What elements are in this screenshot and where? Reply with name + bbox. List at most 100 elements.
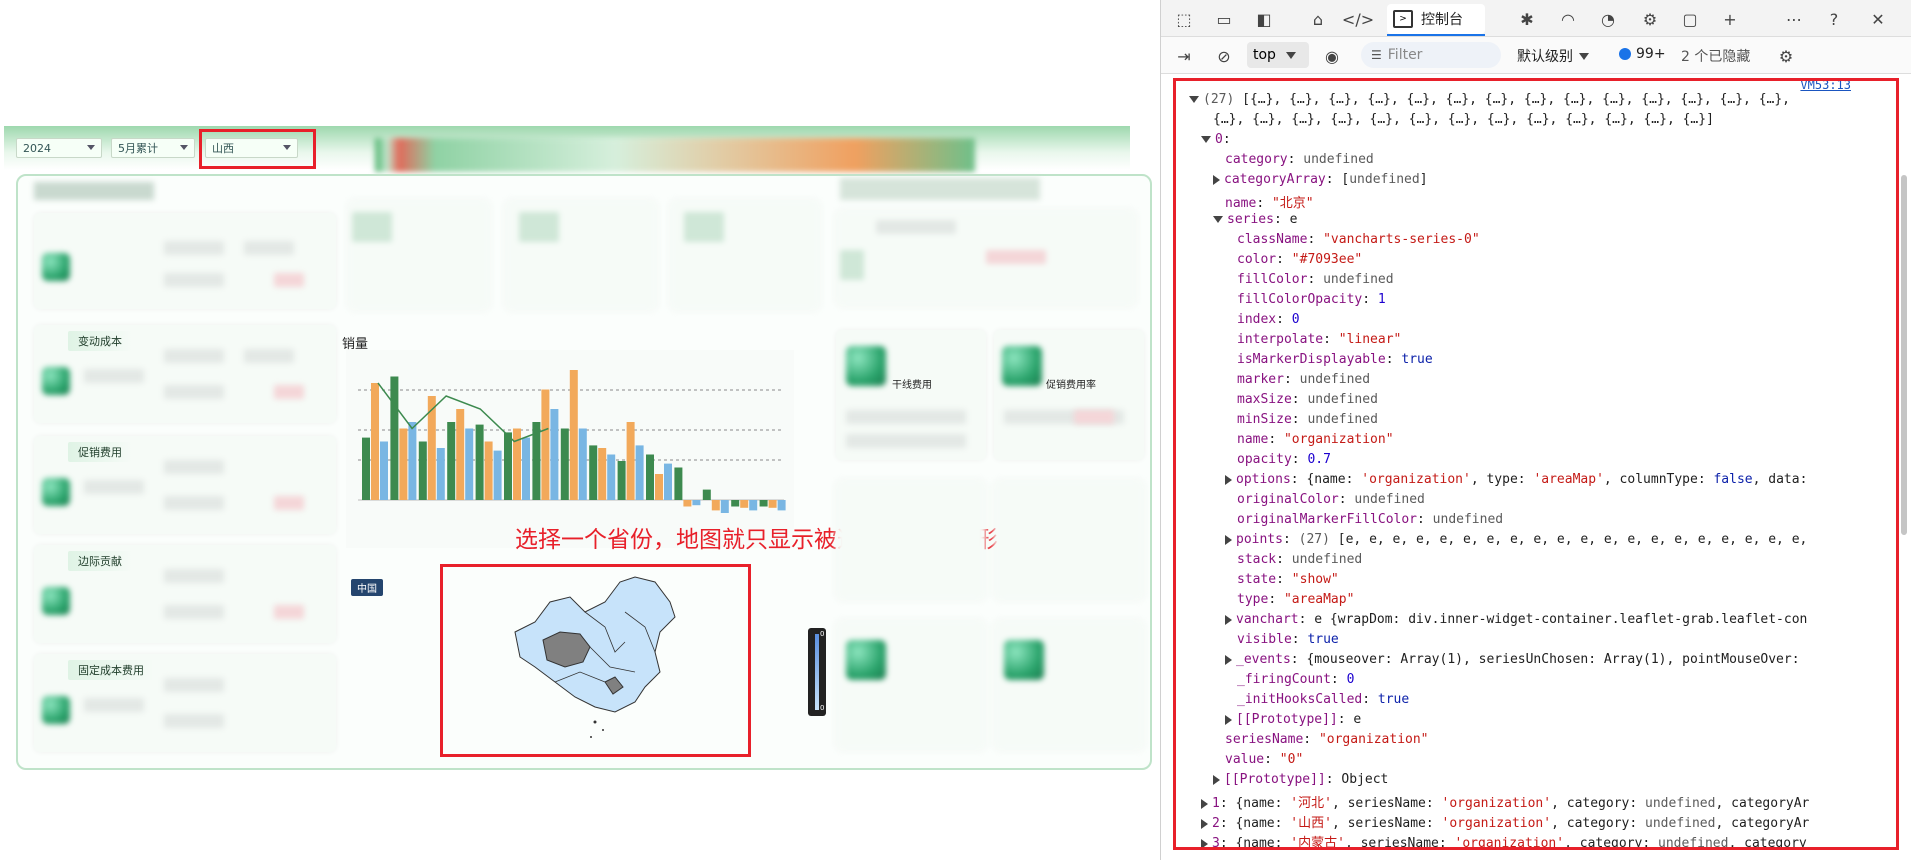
chart-bar[interactable] [504, 432, 512, 500]
margin-card: 边际贡献 [34, 545, 336, 643]
filter-icon: ☰ [1371, 48, 1382, 62]
chart-bar[interactable] [731, 500, 740, 507]
chart-bar[interactable] [418, 441, 427, 501]
phone-icon [42, 587, 70, 615]
chart-bar[interactable] [740, 500, 749, 508]
chart-bar[interactable] [380, 441, 388, 501]
chart-bar[interactable] [541, 389, 550, 501]
issues-badge[interactable]: 99+ [1619, 46, 1666, 62]
province-highlight-box [199, 129, 316, 169]
chart-bar[interactable] [493, 450, 502, 500]
chart-bar[interactable] [578, 428, 587, 501]
chart-bar[interactable] [456, 409, 465, 500]
chart-bar[interactable] [768, 500, 777, 508]
china-map[interactable] [495, 572, 695, 752]
fixed-cost-title: 固定成本费用 [68, 660, 154, 680]
chart-bar[interactable] [664, 463, 672, 500]
level-dropdown-label: 默认级别 [1517, 49, 1573, 65]
filter-box[interactable]: ☰ Filter [1361, 42, 1501, 68]
chart-bar[interactable] [683, 500, 692, 507]
chart-bar[interactable] [484, 441, 493, 501]
chart-bar[interactable] [475, 424, 484, 500]
chart-bar[interactable] [626, 422, 635, 500]
close-icon[interactable]: ✕ [1867, 8, 1889, 30]
trunk-cost-title: 干线费用 [892, 380, 932, 391]
chart-bar[interactable] [399, 428, 408, 501]
section-title-pixelated [34, 182, 154, 200]
tab-console-label: 控制台 [1421, 12, 1463, 28]
chart-bar[interactable] [759, 500, 768, 507]
drawer-icon[interactable]: ⇥ [1173, 45, 1195, 67]
dashboard-title-pixelated [375, 138, 975, 172]
dashboard-panel: 2024 5月累计 山西 变动成本 促销费用 边际贡献 固定成本费用 销量 选择… [0, 0, 1160, 860]
chart-bar[interactable] [465, 428, 474, 501]
chart-bar[interactable] [702, 489, 711, 500]
clear-console-icon[interactable]: ⊘ [1213, 45, 1235, 67]
chart-bar[interactable] [550, 409, 559, 500]
chart-bar[interactable] [617, 461, 626, 500]
chevron-down-icon [1579, 52, 1589, 60]
kpi-icon [42, 253, 70, 281]
device-icon[interactable]: ▭ [1213, 8, 1235, 30]
chart-bar[interactable] [589, 445, 598, 500]
scrollbar[interactable] [1901, 175, 1907, 535]
chart-bar[interactable] [560, 428, 569, 501]
promo-rate-icon [1002, 346, 1042, 386]
promo-rate-title: 促销费用率 [1046, 380, 1096, 391]
add-tab-icon[interactable]: + [1719, 8, 1741, 30]
chart-bar[interactable] [390, 376, 399, 501]
help-icon[interactable]: ? [1823, 8, 1845, 30]
sales-chart [358, 370, 786, 513]
right-section-title-pixelated [840, 178, 1040, 200]
legend-max: 0 [820, 630, 825, 638]
chart-bar[interactable] [777, 500, 786, 511]
target-icon [42, 478, 70, 506]
chart-bar[interactable] [447, 422, 456, 500]
level-dropdown[interactable]: 默认级别 [1517, 46, 1593, 66]
chart-bar[interactable] [720, 500, 729, 513]
tab-console[interactable]: > 控制台 [1387, 4, 1485, 36]
chart-bar[interactable] [749, 500, 758, 511]
console-settings-gear-icon[interactable]: ⚙ [1775, 45, 1797, 67]
chart-bar[interactable] [569, 370, 578, 500]
message-icon [1619, 48, 1631, 60]
chart-bar[interactable] [436, 448, 445, 500]
console-highlight-box [1173, 78, 1899, 850]
chart-bar[interactable] [711, 500, 720, 511]
filter-placeholder: Filter [1387, 47, 1423, 63]
kpi-card-top-3 [505, 200, 657, 310]
promo-rate-card: 促销费用率 [994, 330, 1144, 460]
chart-bar[interactable] [362, 437, 370, 500]
inspect-icon[interactable]: ⬚ [1173, 8, 1195, 30]
trunk-cost-card: 干线费用 [836, 330, 986, 460]
chart-bar[interactable] [655, 474, 663, 500]
chart-bar[interactable] [522, 437, 530, 500]
performance-icon[interactable]: ◔ [1597, 8, 1619, 30]
devtools-panel: ⬚ ▭ ◧ ⌂ </> > 控制台 ✱ ◠ ◔ ⚙ ▢ + ⋯ ? ✕ ⇥ ⊘ … [1160, 0, 1911, 860]
wifi-icon[interactable]: ◠ [1557, 8, 1579, 30]
chart-bar[interactable] [607, 454, 616, 501]
bug-icon[interactable]: ✱ [1516, 8, 1538, 30]
settings-gear-icon[interactable]: ⚙ [1639, 8, 1661, 30]
map-legend[interactable]: 0 0 [808, 628, 826, 716]
month-dropdown[interactable]: 5月累计 [111, 138, 195, 158]
chart-bar[interactable] [408, 422, 417, 500]
elements-icon[interactable]: </> [1342, 8, 1374, 30]
more-icon[interactable]: ⋯ [1783, 8, 1805, 30]
right-card-mid-2 [994, 480, 1144, 600]
chart-bar[interactable] [598, 448, 607, 500]
chart-bar[interactable] [674, 467, 683, 501]
chart-bar[interactable] [646, 454, 654, 501]
home-icon[interactable]: ⌂ [1307, 8, 1329, 30]
hidden-count: 2 个已隐藏 [1681, 49, 1751, 65]
promo-cost-card: 促销费用 [34, 436, 336, 534]
sidebar-icon[interactable]: ◧ [1253, 8, 1275, 30]
year-dropdown[interactable]: 2024 [16, 138, 102, 158]
eye-icon[interactable]: ◉ [1321, 45, 1343, 67]
chart-bar[interactable] [371, 383, 379, 500]
chart-bar[interactable] [692, 500, 701, 506]
application-icon[interactable]: ▢ [1679, 8, 1701, 30]
context-selector[interactable]: top [1247, 42, 1309, 68]
chart-bar[interactable] [635, 445, 644, 500]
chevron-down-icon [180, 145, 188, 150]
